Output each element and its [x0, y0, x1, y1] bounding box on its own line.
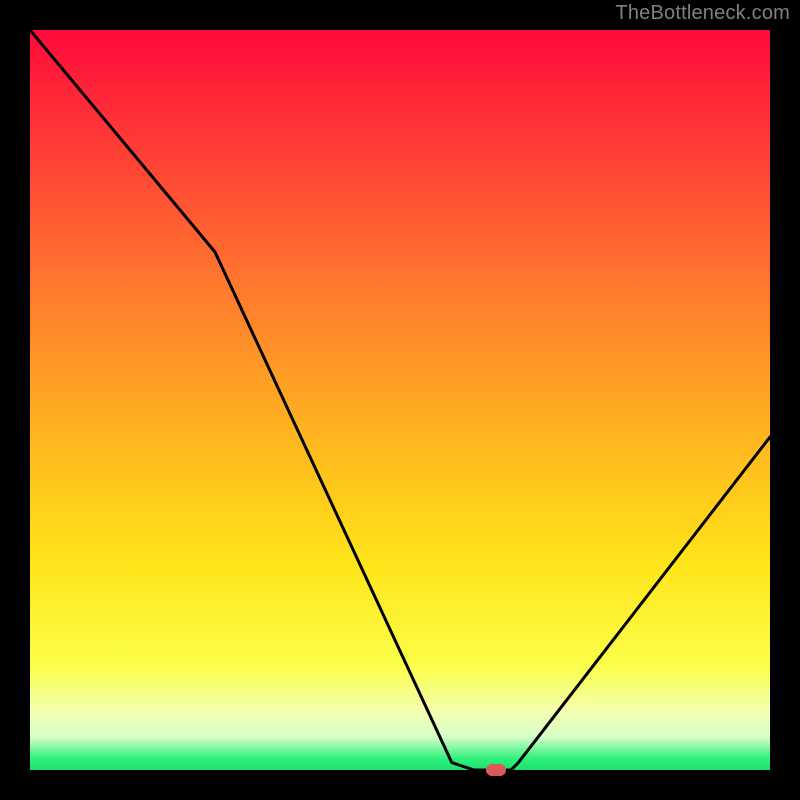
chart-svg: [30, 30, 770, 770]
watermark-text: TheBottleneck.com: [615, 2, 790, 25]
chart-container: TheBottleneck.com: [0, 0, 800, 800]
gradient-background: [30, 30, 770, 770]
plot-area: [30, 30, 770, 770]
optimal-point-marker: [486, 764, 506, 776]
